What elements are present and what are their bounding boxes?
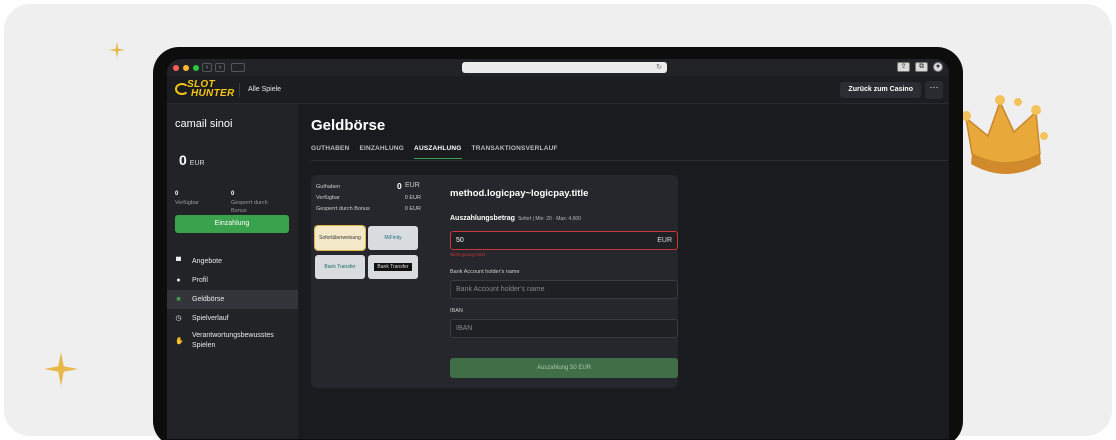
locked-value: 0 — [231, 191, 235, 197]
sidebar-item-label: Spielverlauf — [192, 315, 229, 322]
sofort-logo: Sofortüberweisung — [319, 235, 361, 241]
iban-label: IBAN — [450, 308, 463, 314]
withdrawal-form: method.logicpay~logicpay.title Auszahlun… — [450, 175, 678, 388]
payment-method-bank-2[interactable]: Bank Transfer — [368, 255, 418, 279]
sidebar-item-label: Geldbörse — [192, 296, 225, 303]
amount-hint: Sofort | Min: 20 · Max: 4,000 — [517, 216, 581, 222]
tabs-icon[interactable]: ⧉ — [915, 62, 928, 72]
deposit-button[interactable]: Einzahlung — [175, 215, 289, 233]
forward-arrow-icon[interactable]: › — [215, 63, 225, 72]
gift-icon: ▀ — [176, 258, 181, 265]
tabs-divider — [311, 160, 947, 161]
hand-icon: ✋ — [175, 338, 184, 345]
extension-icon[interactable]: ● — [933, 62, 943, 72]
more-options-icon[interactable]: ··· — [925, 81, 943, 99]
site-header: SLOT HUNTER Alle Spiele Zurück zum Casin… — [167, 76, 949, 104]
withdraw-submit-button[interactable]: Auszahlung 50 EUR — [450, 358, 678, 378]
total-balance: 0 EUR — [179, 152, 205, 168]
address-bar[interactable]: ↻ — [462, 62, 667, 73]
slothunter-logo[interactable]: SLOT HUNTER — [173, 79, 235, 101]
locked-label: Gesperrt durch Bonus — [231, 200, 268, 214]
verfuegbar-value: 0 EUR — [404, 195, 421, 201]
all-games-link[interactable]: Alle Spiele — [248, 86, 281, 93]
wallet-icon: ■ — [176, 296, 181, 303]
bank-logo: Bank Transfer — [324, 264, 356, 270]
wallet-main: Geldbörse GUTHABEN EINZAHLUNG AUSZAHLUNG… — [298, 104, 949, 439]
sidebar-item-label: Angebote — [192, 258, 222, 265]
reload-icon[interactable]: ↻ — [656, 62, 662, 73]
balance-currency: EUR — [189, 160, 205, 167]
sidebar-item-geldboerse[interactable]: ■ Geldbörse — [167, 290, 298, 309]
tablet-frame: ‹ › ↻ ⇪ ⧉ ● SLOT HUNTER Alle Spiele Zurü… — [153, 47, 963, 440]
holder-name-input[interactable]: Bank Account holder's name — [450, 280, 678, 299]
gesperrt-label: Gesperrt durch Bonus — [316, 206, 370, 212]
user-icon: ● — [176, 277, 181, 284]
iban-input[interactable]: IBAN — [450, 319, 678, 338]
page-title: Geldbörse — [311, 117, 386, 134]
mifinity-logo: MiFinity — [384, 235, 402, 241]
payment-method-sofort[interactable]: Sofortüberweisung — [314, 225, 366, 251]
username: camail sinoi — [175, 118, 233, 130]
tab-guthaben[interactable]: GUTHABEN — [311, 145, 349, 159]
sidebar-item-spielverlauf[interactable]: ◷ Spielverlauf — [167, 309, 298, 328]
sidebar-item-profil[interactable]: ● Profil — [167, 271, 298, 290]
balance-value: 0 — [179, 152, 187, 168]
guthaben-value: 0 — [397, 181, 402, 191]
amount-label-text: Auszahlungsbetrag — [450, 215, 515, 222]
gesperrt-value: 0 EUR — [404, 206, 421, 212]
guthaben-currency: EUR — [405, 182, 420, 189]
crown-icon — [961, 95, 1048, 174]
sidebar-menu: ▀ Angebote ● Profil ■ Geldbörse ◷ Spielv… — [167, 252, 298, 354]
divider — [239, 82, 240, 97]
available-label: Verfügbar — [175, 200, 199, 206]
tab-einzahlung[interactable]: EINZAHLUNG — [359, 145, 404, 159]
sidebar-item-verantwortung[interactable]: ✋ Verantwortungsbewusstes Spielen — [167, 328, 298, 354]
payment-method-bank[interactable]: Bank Transfer — [315, 255, 365, 279]
sparkle-icon — [109, 42, 125, 58]
wallet-tabs: GUTHABEN EINZAHLUNG AUSZAHLUNG TRANSAKTI… — [311, 145, 558, 159]
clock-icon: ◷ — [175, 315, 182, 322]
amount-error: Nicht genug Geld — [450, 252, 485, 257]
logo-text-bottom: HUNTER — [191, 87, 235, 99]
amount-input[interactable]: 50 EUR — [450, 231, 678, 250]
amount-label: Auszahlungsbetrag Sofort | Min: 20 · Max:… — [450, 215, 581, 222]
tab-transaktionsverlauf[interactable]: TRANSAKTIONSVERLAUF — [472, 145, 558, 159]
withdrawal-panel: Guthaben 0 EUR Verfügbar 0 EUR Gesperrt … — [311, 175, 678, 388]
sidebar-toggle-icon[interactable] — [231, 63, 245, 72]
amount-currency: EUR — [657, 237, 672, 244]
browser-toolbar: ‹ › ↻ ⇪ ⧉ ● — [167, 59, 949, 76]
back-arrow-icon[interactable]: ‹ — [202, 63, 212, 72]
payment-method-mifinity[interactable]: MiFinity — [368, 226, 418, 250]
sidebar-item-angebote[interactable]: ▀ Angebote — [167, 252, 298, 271]
account-sidebar: camail sinoi 0 EUR 0 Verfügbar 0 Gesperrt… — [167, 104, 298, 439]
iban-placeholder: IBAN — [456, 325, 473, 332]
bank-logo-dark: Bank Transfer — [374, 263, 412, 271]
guthaben-label: Guthaben — [316, 184, 341, 190]
close-window-dot[interactable] — [173, 64, 179, 71]
sparkle-icon — [44, 352, 78, 386]
back-to-casino-button[interactable]: Zurück zum Casino — [840, 82, 921, 98]
verfuegbar-label: Verfügbar — [316, 195, 340, 201]
holder-label: Bank Account holder's name — [450, 269, 520, 275]
minimize-window-dot[interactable] — [183, 64, 189, 71]
tab-auszahlung[interactable]: AUSZAHLUNG — [414, 145, 462, 159]
share-icon[interactable]: ⇪ — [897, 62, 910, 72]
sidebar-item-label: Profil — [192, 277, 208, 284]
amount-value: 50 — [456, 237, 464, 244]
method-title: method.logicpay~logicpay.title — [450, 188, 589, 199]
screen: ‹ › ↻ ⇪ ⧉ ● SLOT HUNTER Alle Spiele Zurü… — [167, 59, 949, 439]
holder-placeholder: Bank Account holder's name — [456, 286, 545, 293]
maximize-window-dot[interactable] — [193, 64, 199, 71]
sidebar-item-label: Verantwortungsbewusstes Spielen — [192, 332, 274, 349]
available-value: 0 — [175, 191, 179, 197]
